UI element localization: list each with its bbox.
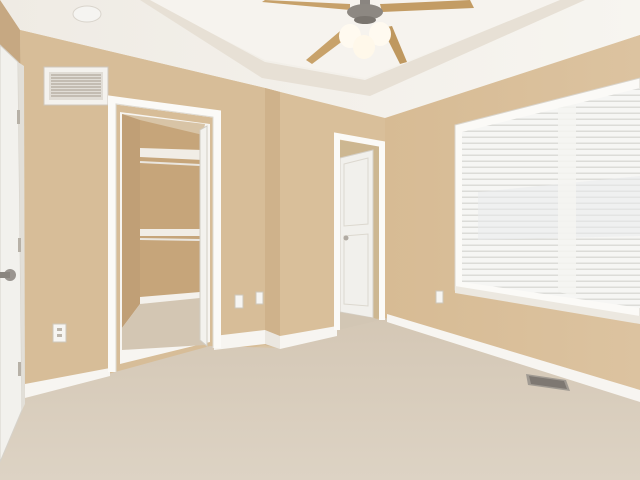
walk-in-closet[interactable] [108,95,221,372]
bedroom-photo [0,0,640,480]
power-outlet-icon [255,291,264,305]
window-mullion [558,104,576,296]
bedroom-scene [0,0,640,480]
door-hinge [18,238,21,252]
wall-corner-shadow [265,88,280,348]
door-hinge [17,110,20,124]
closet-rod-lower [139,238,201,241]
door-hinge [18,362,21,376]
door-knob-icon[interactable] [343,235,349,241]
power-outlet-icon [234,294,244,309]
closet-interior-side [122,114,140,328]
doorway-right[interactable] [334,132,385,330]
closet-interior-back [140,118,203,304]
closet-shelf-lower [140,229,203,236]
power-outlet-icon [52,323,67,343]
closet-door[interactable] [199,125,208,348]
power-outlet-icon [435,290,444,304]
air-vent-icon [43,66,109,106]
smoke-detector-icon [72,5,102,23]
